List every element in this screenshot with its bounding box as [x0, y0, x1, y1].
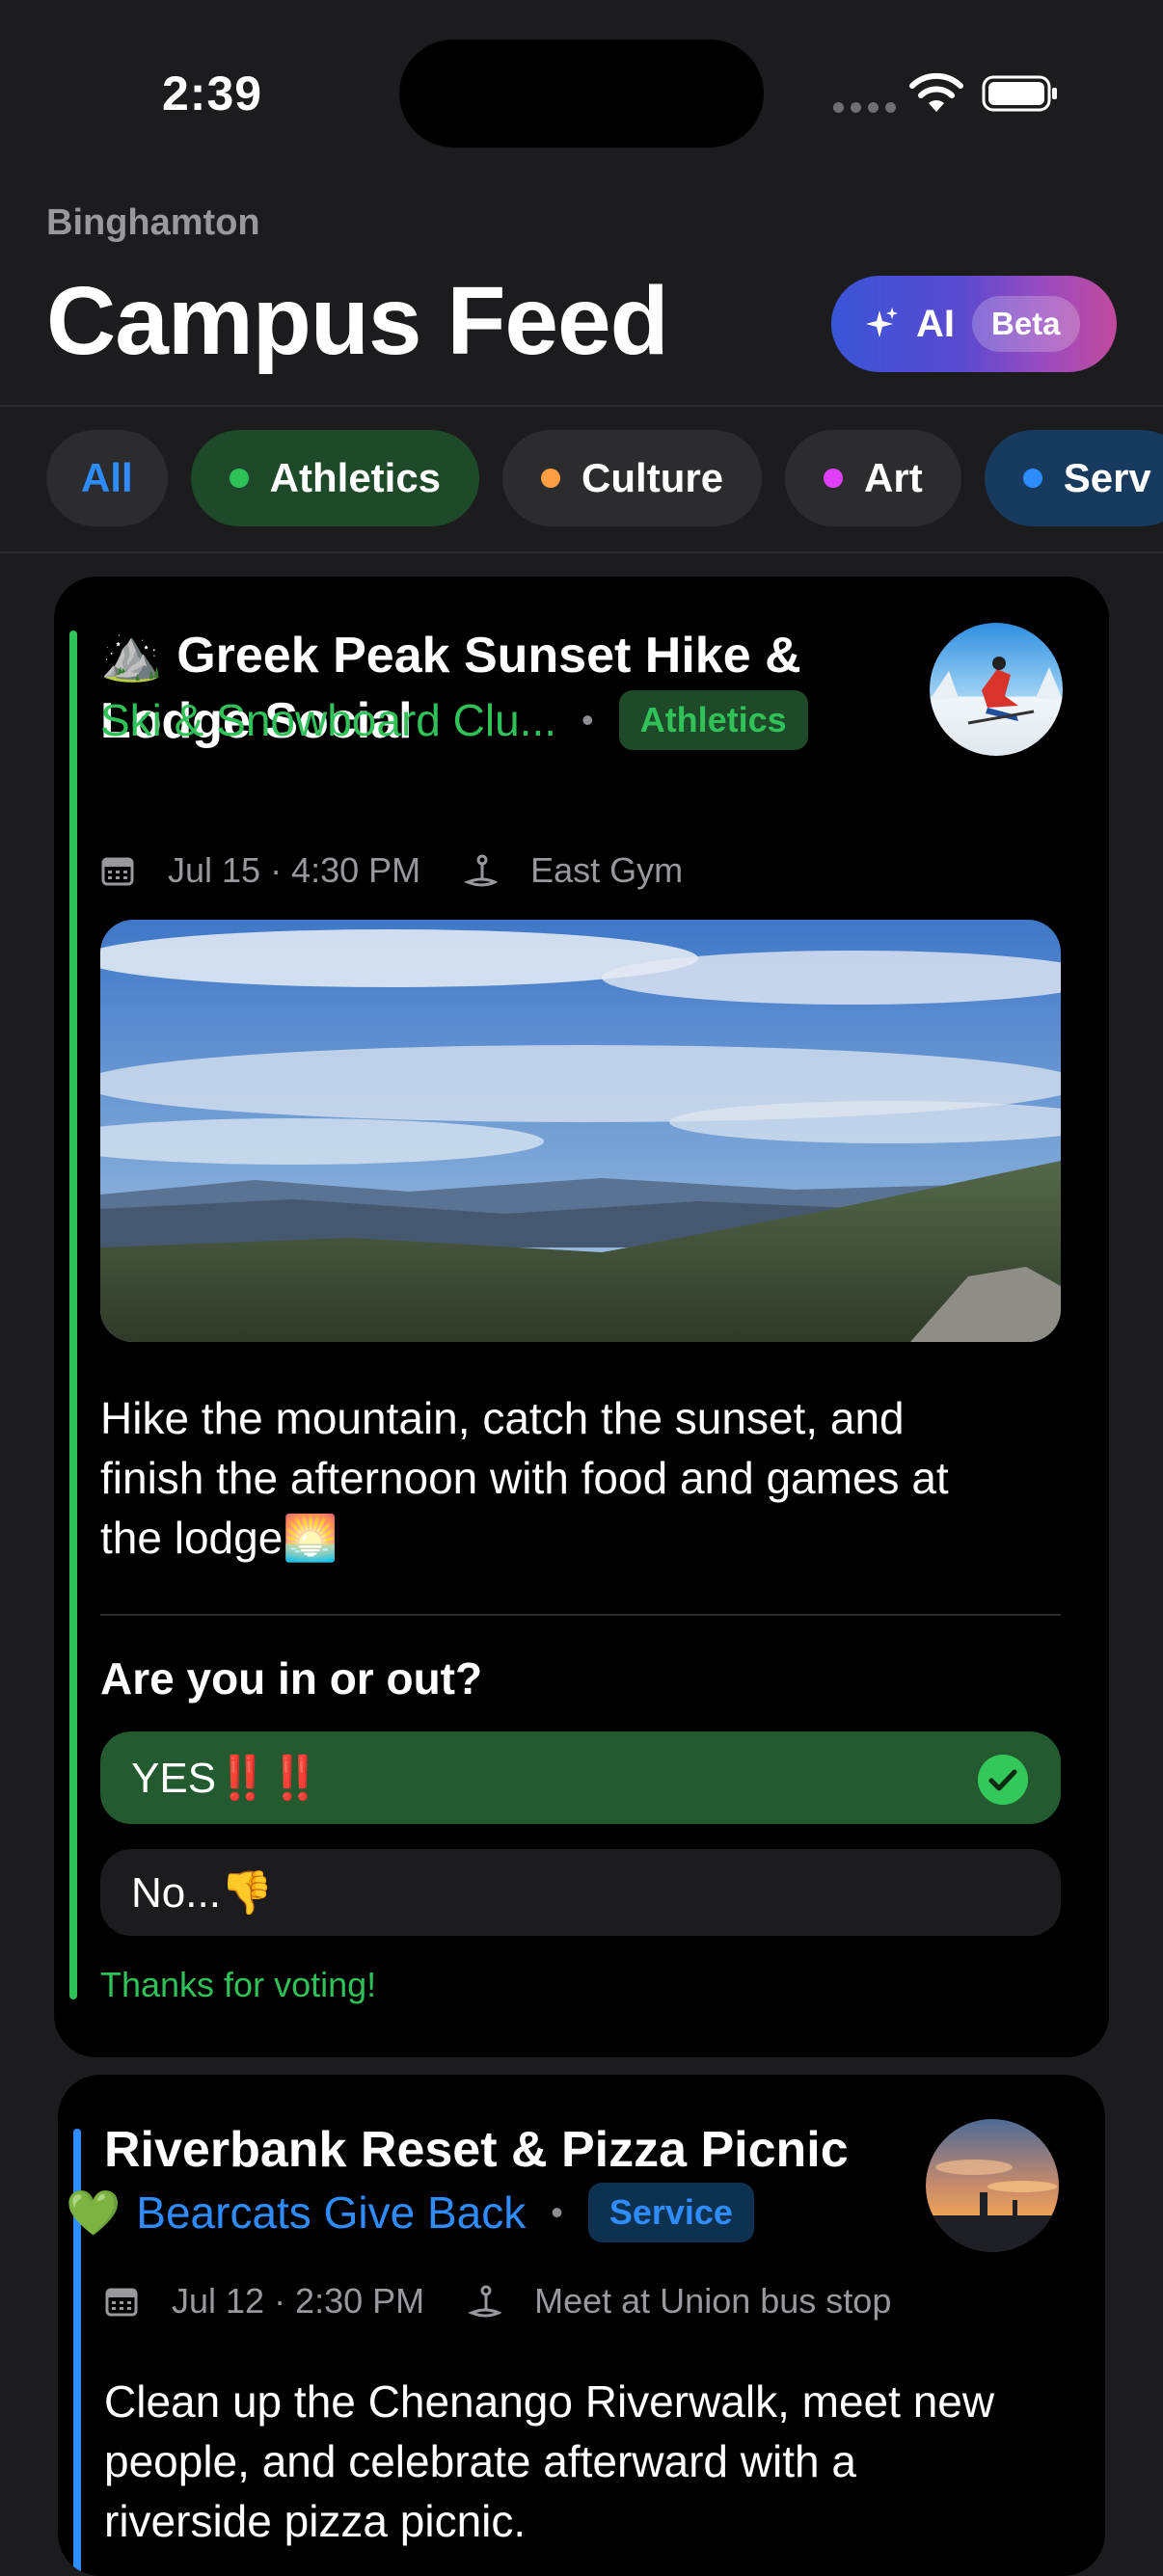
- separator-dot: •: [551, 2192, 563, 2232]
- filter-divider: [0, 551, 1163, 553]
- event-meta-row: Jul 15 · 4:30 PM East Gym: [100, 850, 683, 891]
- separator-dot: •: [582, 700, 594, 739]
- description-line: Hike the mountain, catch the sunset, and: [100, 1393, 905, 1443]
- description-line: Clean up the Chenango Riverwalk, meet ne…: [104, 2376, 995, 2427]
- club-name-link[interactable]: Ski & Snowboard Clu...: [100, 694, 556, 746]
- event-description: Clean up the Chenango Riverwalk, meet ne…: [104, 2372, 1078, 2551]
- header-divider: [0, 405, 1163, 407]
- event-description: Hike the mountain, catch the sunset, and…: [100, 1388, 1065, 1568]
- category-accent-bar: [69, 631, 77, 1999]
- poll-question: Are you in or out?: [100, 1653, 483, 1704]
- filter-chip-service[interactable]: Serv: [984, 430, 1163, 526]
- filter-chip-culture[interactable]: Culture: [502, 430, 763, 526]
- cellular-signal-icon: [833, 102, 896, 113]
- event-photo[interactable]: [100, 920, 1061, 1342]
- checkmark-circle-icon: [978, 1755, 1028, 1805]
- club-row: Ski & Snowboard Clu... • Athletics: [100, 690, 808, 750]
- campus-name: Binghamton: [46, 202, 260, 243]
- ai-label: AI: [916, 302, 955, 345]
- filter-label: Culture: [582, 455, 724, 500]
- mountain-landscape-image: [100, 920, 1061, 1342]
- dynamic-island: [399, 40, 764, 148]
- filter-label: All: [81, 455, 133, 500]
- filter-label: Art: [864, 455, 923, 500]
- calendar-icon: [105, 2288, 138, 2317]
- description-line: the lodge🌅: [100, 1513, 338, 1563]
- ai-beta-button[interactable]: AI Beta: [831, 276, 1117, 372]
- battery-icon: [982, 75, 1057, 112]
- club-row: 💚 Bearcats Give Back • Service: [66, 2183, 754, 2242]
- poll-option-label: No...👎: [131, 1869, 274, 1917]
- status-time: 2:39: [162, 67, 263, 121]
- club-avatar[interactable]: [926, 2119, 1059, 2252]
- poll-option-label: YES‼️‼️: [131, 1755, 322, 1802]
- location-pin-icon: [464, 854, 499, 887]
- page-title: Campus Feed: [46, 267, 669, 375]
- skier-avatar-image: [930, 623, 1063, 756]
- event-card[interactable]: ⛰️ Greek Peak Sunset Hike & Lodge Social…: [54, 577, 1109, 2057]
- magenta-dot-icon: [824, 469, 844, 488]
- event-location: Meet at Union bus stop: [534, 2281, 892, 2321]
- club-name-link[interactable]: Bearcats Give Back: [136, 2187, 526, 2239]
- filter-label: Serv: [1063, 455, 1151, 500]
- category-tag[interactable]: Service: [587, 2183, 754, 2242]
- green-dot-icon: [229, 469, 249, 488]
- event-date: Jul 12 · 2:30 PM: [172, 2281, 425, 2321]
- event-meta-row: Jul 12 · 2:30 PM Meet at Union bus stop: [104, 2281, 891, 2321]
- description-line: riverside pizza picnic.: [104, 2496, 527, 2546]
- poll-divider: [100, 1614, 1061, 1616]
- filter-chip-all[interactable]: All: [46, 430, 168, 526]
- orange-dot-icon: [541, 469, 561, 488]
- filter-chip-athletics[interactable]: Athletics: [190, 430, 480, 526]
- event-title-line: ⛰️ Greek Peak Sunset Hike &: [100, 628, 801, 684]
- poll-status: Thanks for voting!: [100, 1965, 377, 2004]
- calendar-icon: [101, 857, 134, 886]
- wifi-icon: [909, 72, 963, 112]
- description-line: people, and celebrate afterward with a: [104, 2436, 856, 2486]
- blue-dot-icon: [1022, 469, 1042, 488]
- location-pin-icon: [468, 2285, 502, 2318]
- beta-badge: Beta: [972, 296, 1080, 352]
- filter-label: Athletics: [269, 455, 442, 500]
- category-filter-bar: All Athletics Culture Art Serv: [46, 430, 1163, 526]
- event-card[interactable]: Riverbank Reset & Pizza Picnic 💚 Bearcat…: [58, 2075, 1105, 2576]
- filter-chip-art[interactable]: Art: [785, 430, 961, 526]
- sunset-avatar-image: [926, 2119, 1059, 2252]
- club-avatar[interactable]: [930, 623, 1063, 756]
- description-line: finish the afternoon with food and games…: [100, 1453, 949, 1503]
- event-date: Jul 15 · 4:30 PM: [168, 850, 421, 890]
- event-title: Riverbank Reset & Pizza Picnic: [104, 2122, 849, 2178]
- sparkle-icon: [866, 308, 898, 337]
- category-tag[interactable]: Athletics: [618, 690, 808, 750]
- event-location: East Gym: [530, 850, 684, 890]
- poll-option-no[interactable]: No...👎: [100, 1849, 1061, 1936]
- poll-option-yes[interactable]: YES‼️‼️: [100, 1731, 1061, 1824]
- green-heart-icon: 💚: [66, 2187, 122, 2238]
